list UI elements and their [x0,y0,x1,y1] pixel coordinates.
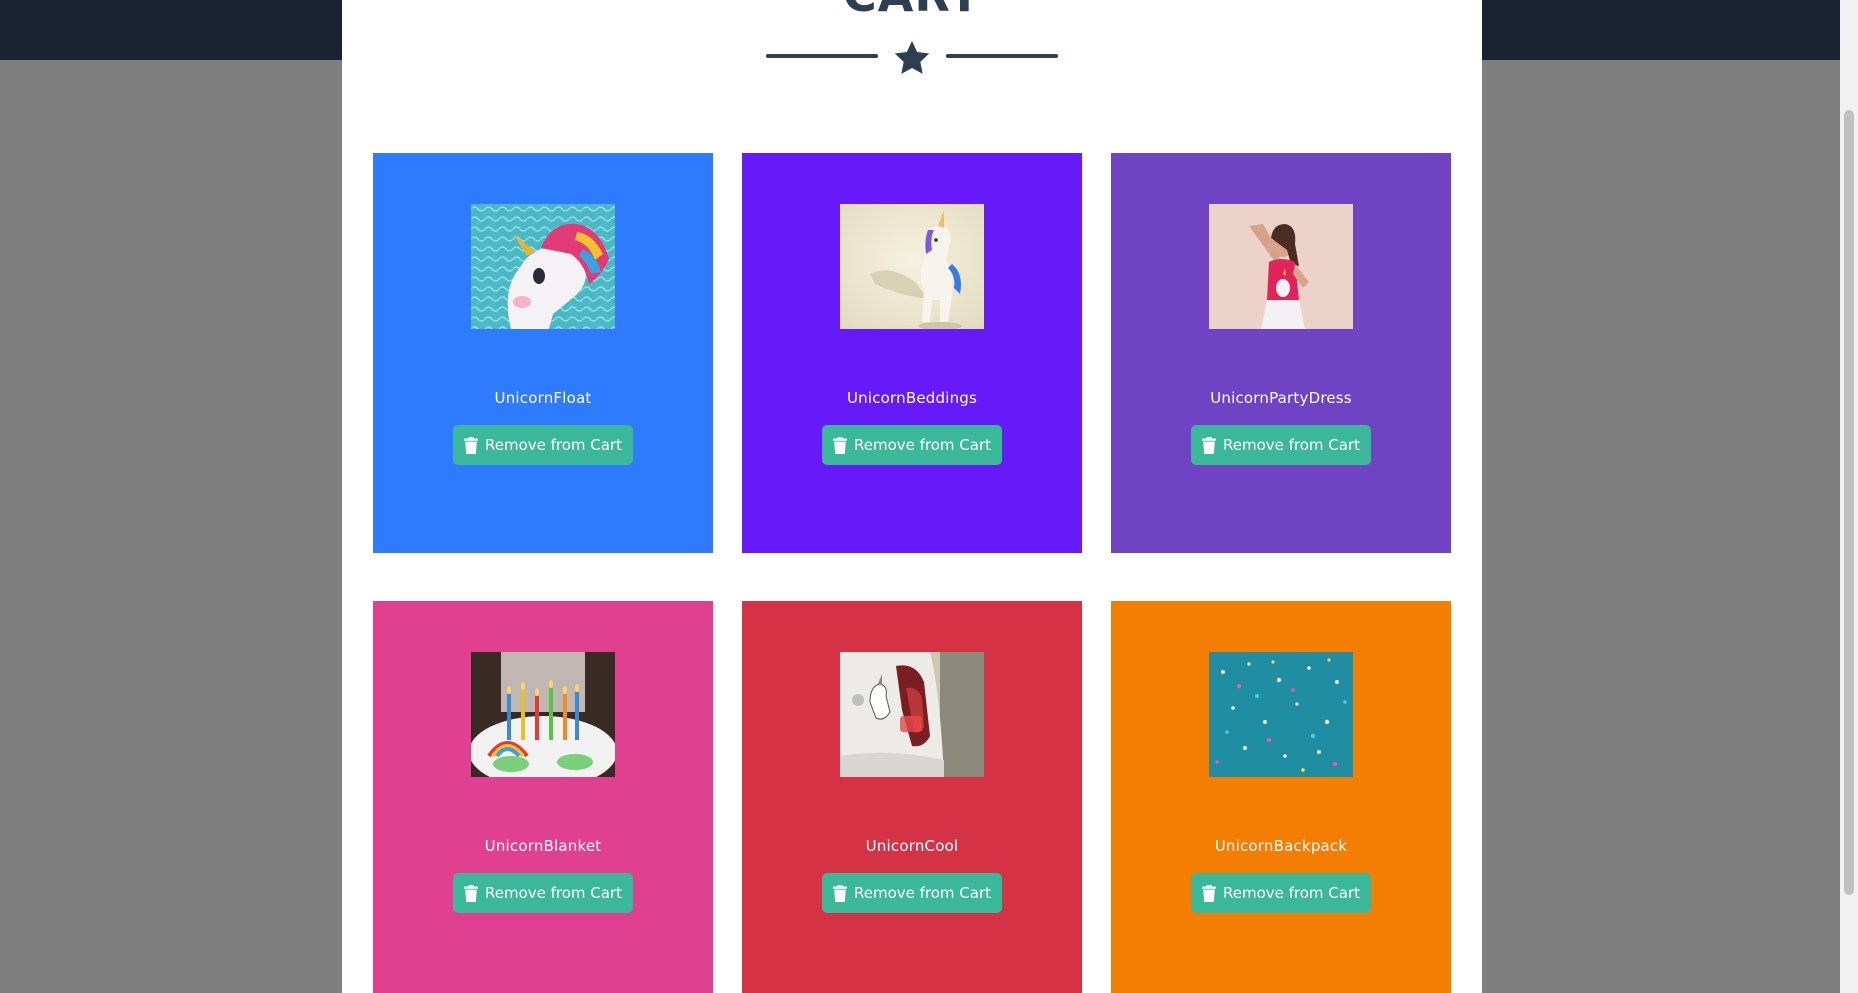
divider-line-right [946,54,1058,58]
product-name: UnicornBeddings [846,389,978,407]
product-image [471,652,615,777]
button-label: Remove from Cart [484,884,623,902]
button-label: Remove from Cart [853,884,992,902]
vertical-scrollbar[interactable] [1840,0,1858,993]
trash-icon [463,436,478,454]
remove-from-cart-button[interactable]: Remove from Cart [453,425,633,465]
product-name: UnicornBackpack [1214,837,1348,855]
remove-from-cart-button[interactable]: Remove from Cart [822,425,1002,465]
product-image [840,204,984,329]
remove-from-cart-button[interactable]: Remove from Cart [1191,873,1371,913]
trash-icon [1201,436,1216,454]
cart-item-card: UnicornBlanket Remove from Cart [373,601,713,993]
cart-item-card: UnicornBackpack Remove from Cart [1111,601,1451,993]
remove-from-cart-button[interactable]: Remove from Cart [1191,425,1371,465]
cart-item-card: UnicornFloat Remove from Cart [373,153,713,553]
button-label: Remove from Cart [1222,884,1361,902]
remove-from-cart-button[interactable]: Remove from Cart [822,873,1002,913]
cart-item-card: UnicornPartyDress Remove from Cart [1111,153,1451,553]
remove-from-cart-button[interactable]: Remove from Cart [453,873,633,913]
product-image [1209,204,1353,329]
page-title: CART [342,0,1482,18]
title-divider [766,38,1058,78]
product-name: UnicornBlanket [484,837,602,855]
trash-icon [463,884,478,902]
trash-icon [1201,884,1216,902]
product-image [1209,652,1353,777]
product-image [471,204,615,329]
cart-modal: CART UnicornFloat [342,0,1482,993]
product-name: UnicornCool [865,837,959,855]
trash-icon [832,884,847,902]
button-label: Remove from Cart [484,436,623,454]
product-image [840,652,984,777]
cart-item-card: UnicornCool Remove from Cart [742,601,1082,993]
cart-item-card: UnicornBeddings Remove from Cart [742,153,1082,553]
product-name: UnicornFloat [494,389,592,407]
button-label: Remove from Cart [853,436,992,454]
divider-line-left [766,54,878,58]
scrollbar-thumb[interactable] [1844,110,1854,895]
trash-icon [832,436,847,454]
star-icon [894,41,930,74]
button-label: Remove from Cart [1222,436,1361,454]
product-name: UnicornPartyDress [1210,389,1352,407]
